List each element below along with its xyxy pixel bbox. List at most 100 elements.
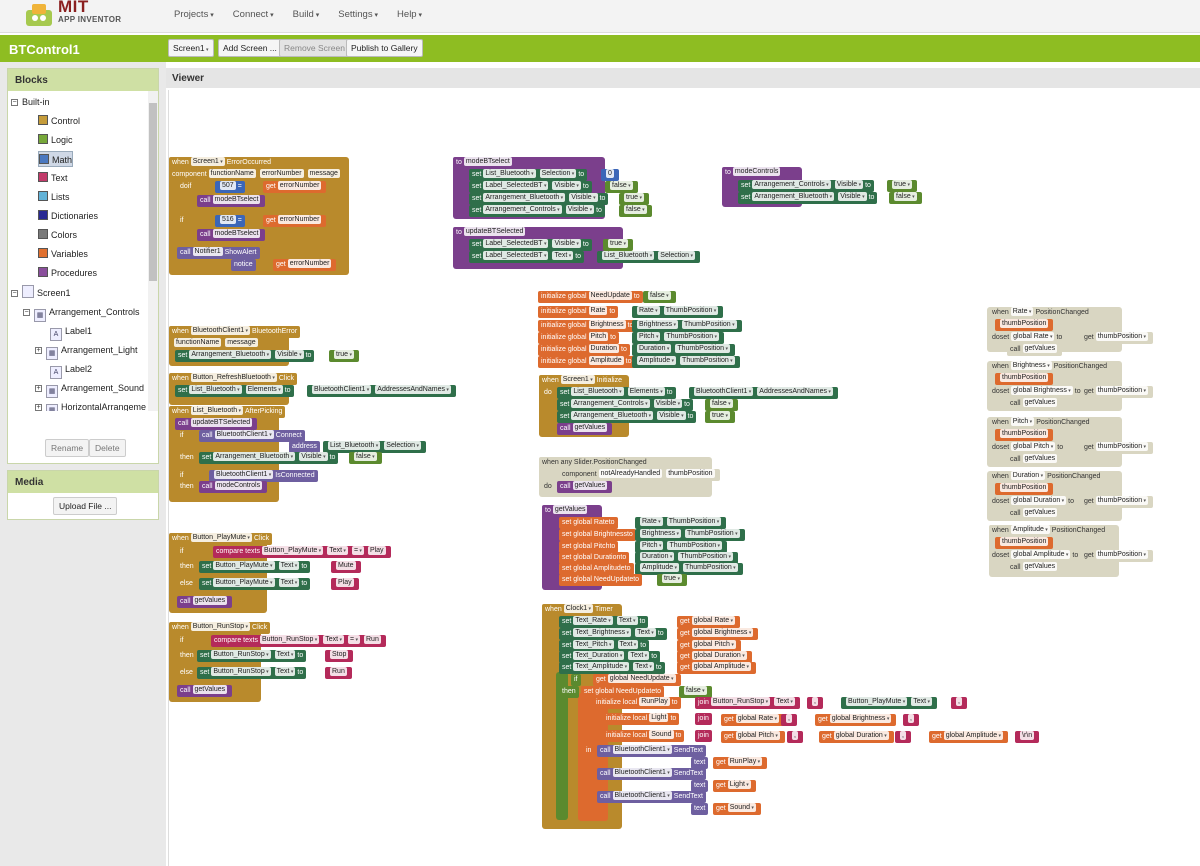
call-getvalues[interactable]: call getValues <box>1007 508 1063 520</box>
then-label[interactable]: then <box>177 481 197 493</box>
list-selection[interactable]: List_BluetoothSelection <box>597 251 700 263</box>
false-block[interactable]: false <box>643 291 676 303</box>
set-list-elements[interactable]: setList_BluetoothElementsto <box>557 387 676 399</box>
get-thumbposition[interactable]: get thumbPosition <box>1081 496 1153 508</box>
menu-help[interactable]: Help <box>397 9 422 20</box>
when-bluetooth-error[interactable]: whenBluetoothClient1BluetoothError <box>169 326 301 338</box>
false-block[interactable]: false <box>349 452 382 464</box>
slider-thumbposition[interactable]: RateThumbPosition <box>632 306 724 318</box>
rename-button[interactable]: Rename <box>45 439 90 457</box>
set-arr-bt-visible[interactable]: setArrangement_BluetoothVisibleto <box>199 452 339 464</box>
text-comma[interactable]: , <box>895 731 911 743</box>
get-sound[interactable]: get Sound <box>713 803 761 815</box>
number-0[interactable]: 0 <box>601 169 619 181</box>
when-screen1-erroroccurred[interactable]: whenScreen1ErrorOccurred <box>169 157 275 169</box>
set-global[interactable]: dosetglobal Rateto <box>989 332 1066 344</box>
param-thumbposition[interactable]: thumbPosition <box>995 429 1054 441</box>
text-comma[interactable]: , <box>807 697 823 709</box>
text-comma[interactable]: , <box>787 731 803 743</box>
true-block[interactable]: true <box>619 193 649 205</box>
tree-arrangement-controls[interactable]: − ▦ Arrangement_Controls <box>23 304 140 322</box>
init-global-pitch[interactable]: initialize global Pitch to <box>538 332 619 344</box>
set-arr-ctrl-visible[interactable]: setArrangement_ControlsVisibleto <box>738 180 874 192</box>
remove-screen-button[interactable]: Remove Screen <box>279 39 350 57</box>
builtin-dictionaries[interactable]: Dictionaries <box>38 208 98 224</box>
tree-label2[interactable]: A Label2 <box>50 361 92 379</box>
when-slider-positionchanged[interactable]: whenBrightnessPositionChanged <box>989 361 1111 373</box>
init-local-light[interactable]: initialize local Light to <box>603 713 680 725</box>
compare-texts[interactable]: compare textsButton_RunStopText = Run <box>211 635 386 647</box>
param-thumbposition[interactable]: thumbPosition <box>995 537 1054 549</box>
bt-addresses[interactable]: BluetoothClient1AddressesAndNames <box>689 387 838 399</box>
call-bt-connect[interactable]: callBluetoothClient1Connect <box>199 430 305 442</box>
false-block[interactable]: false <box>619 205 652 217</box>
menu-connect[interactable]: Connect <box>233 9 274 20</box>
math-compare[interactable]: 516 = <box>215 215 245 227</box>
when-slider-positionchanged[interactable]: whenAmplitudePositionChanged <box>989 525 1109 537</box>
init-local-sound[interactable]: initialize local Sound to <box>603 730 685 742</box>
get-global[interactable]: get global Rate <box>677 616 741 628</box>
get-runplay[interactable]: get RunPlay <box>713 757 768 769</box>
set-runstop-text[interactable]: setButton_RunStopTextto <box>197 667 307 679</box>
event-params[interactable]: component functionName errorNumber message <box>169 169 345 181</box>
get-global-amplitude[interactable]: get global Amplitude <box>929 731 1009 743</box>
slider-thumbposition[interactable]: AmplitudeThumbPosition <box>635 563 743 575</box>
call-updatebtselected[interactable]: call updateBTSelected <box>175 418 258 430</box>
when-slider-positionchanged[interactable]: whenDurationPositionChanged <box>989 471 1104 483</box>
set-arr-bt-visible[interactable]: setArrangement_BluetoothVisibleto <box>738 192 878 204</box>
when-refresh-click[interactable]: whenButton_RefreshBluetoothClick <box>169 373 298 385</box>
notice-label[interactable]: notice <box>231 259 256 271</box>
join-block[interactable]: join <box>695 730 712 742</box>
in-label[interactable]: in <box>583 745 595 757</box>
upload-file-button[interactable]: Upload File ... <box>53 497 118 515</box>
builtin-logic[interactable]: Logic <box>38 132 73 148</box>
param-thumbposition[interactable]: thumbPosition <box>995 483 1054 495</box>
get-thumbposition[interactable]: get thumbPosition <box>1081 550 1153 562</box>
get-errornumber[interactable]: get errorNumber <box>273 259 337 271</box>
call-getvalues[interactable]: call getValues <box>557 481 613 493</box>
call-bt-sendtext[interactable]: callBluetoothClient1SendText <box>597 768 706 780</box>
do-label[interactable]: do <box>541 387 555 399</box>
then-label[interactable]: then <box>177 650 197 662</box>
blocks-workspace[interactable]: whenScreen1ErrorOccurredcomponentfunctio… <box>168 90 1200 866</box>
bt-addresses[interactable]: BluetoothClient1AddressesAndNames <box>307 385 456 397</box>
init-global-needupdate[interactable]: initialize global NeedUpdate to <box>538 291 643 303</box>
false-block[interactable]: false <box>605 181 638 193</box>
init-global-rate[interactable]: initialize global Rate to <box>538 306 619 318</box>
tree-vertical-scrollbar[interactable] <box>148 91 158 411</box>
set-arr-ctrl-visible[interactable]: setArrangement_ControlsVisibleto <box>469 205 605 217</box>
when-runstop-click[interactable]: whenButton_RunStopClick <box>169 622 271 634</box>
when-slider-positionchanged[interactable]: whenPitchPositionChanged <box>989 417 1093 429</box>
if-block[interactable]: if <box>177 546 187 558</box>
set-arr-bt-visible[interactable]: setArrangement_BluetoothVisibleto <box>557 411 697 423</box>
when-clock-timer[interactable]: whenClock1Timer <box>542 604 616 616</box>
init-global-duration[interactable]: initialize global Duration to <box>538 344 630 356</box>
set-arr-ctrl-visible[interactable]: setArrangement_ControlsVisibleto <box>557 399 693 411</box>
builtin-lists[interactable]: Lists <box>38 189 70 205</box>
if-block[interactable]: doif <box>177 181 195 193</box>
init-global-brightness[interactable]: initialize global Brightness to <box>538 320 637 332</box>
tree-label1[interactable]: A Label1 <box>50 323 92 341</box>
set-global[interactable]: dosetglobal Brightnessto <box>989 386 1084 398</box>
when-playmute-click[interactable]: whenButton_PlayMuteClick <box>169 533 273 545</box>
else-label[interactable]: else <box>177 667 196 679</box>
call-getvalues[interactable]: call getValues <box>1007 344 1063 356</box>
tree-arrangement-sound[interactable]: + ▦ Arrangement_Sound <box>35 380 144 398</box>
set-arr-bt-visible[interactable]: setArrangement_BluetoothVisibleto <box>469 193 609 205</box>
to-getvalues[interactable]: to getValues <box>542 505 593 517</box>
if-block[interactable]: if <box>571 674 581 686</box>
event-params[interactable]: component notAlreadyHandled thumbPosition <box>559 469 720 481</box>
text-run[interactable]: Run <box>325 667 352 679</box>
delete-button[interactable]: Delete <box>89 439 126 457</box>
get-global-brightness[interactable]: get global Brightness <box>815 714 897 726</box>
call-modebtselect[interactable]: call modeBTselect <box>197 229 266 241</box>
set-list-selection[interactable]: setList_BluetoothSelectionto <box>469 169 588 181</box>
call-notifier-showalert[interactable]: call Notifier1 ShowAlert <box>177 247 260 259</box>
screen-select[interactable]: Screen1 <box>168 39 214 57</box>
call-bt-sendtext[interactable]: callBluetoothClient1SendText <box>597 791 706 803</box>
set-global[interactable]: set global Brightnessto <box>559 529 636 541</box>
tree-builtin[interactable]: − Built-in <box>11 94 50 110</box>
set-arr-bt-visible[interactable]: setArrangement_BluetoothVisibleto <box>175 350 315 362</box>
then-label[interactable]: then <box>177 452 197 464</box>
text-comma[interactable]: , <box>781 714 797 726</box>
